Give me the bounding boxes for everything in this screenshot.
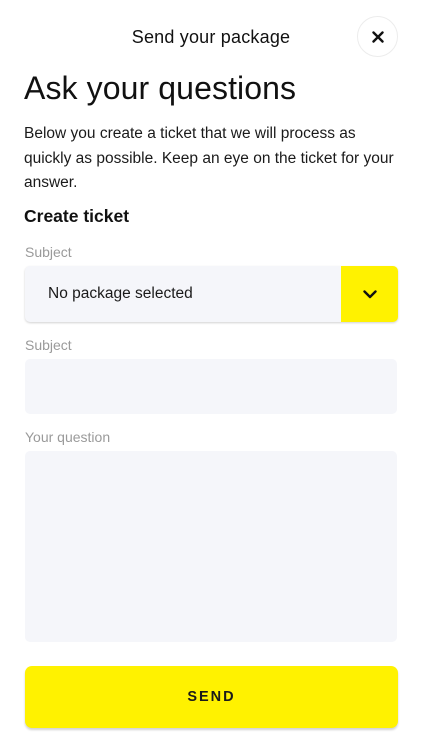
package-select-toggle[interactable] [341,266,398,322]
subject-label: Subject [25,337,72,353]
question-label: Your question [25,429,111,445]
close-icon [371,30,384,43]
question-textarea[interactable] [25,451,397,642]
package-select[interactable]: No package selected [25,266,398,322]
header: Send your package [0,0,422,74]
send-button[interactable]: SEND [25,666,398,728]
page-title: Ask your questions [24,70,297,106]
close-button[interactable] [357,16,398,57]
package-select-value: No package selected [48,285,193,302]
chevron-down-icon [362,289,377,298]
subject-input[interactable] [25,359,397,414]
package-select-label: Subject [25,244,72,260]
intro-text: Below you create a ticket that we will p… [24,125,394,191]
section-title: Create ticket [24,206,130,226]
